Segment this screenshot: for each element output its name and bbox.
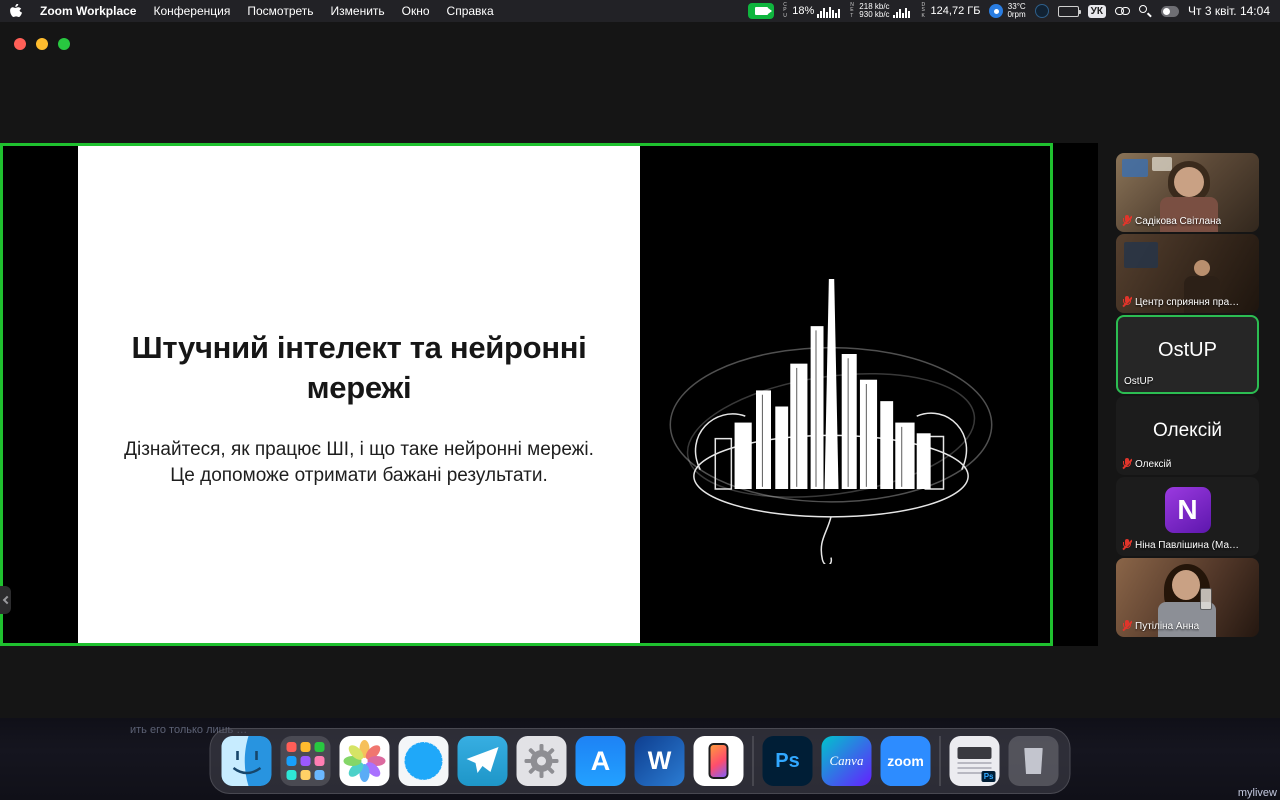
slide-subtitle: Дізнайтеся, як працює ШІ, і що таке нейр… xyxy=(122,437,596,490)
battery-icon[interactable] xyxy=(1058,6,1079,17)
link-icon[interactable] xyxy=(1115,6,1130,16)
ps-badge: Ps xyxy=(982,771,996,782)
participant-display-name: Олексій xyxy=(1116,420,1259,442)
background-poster xyxy=(1152,157,1172,171)
share-black-margin xyxy=(1053,143,1098,646)
zoom-wordmark: zoom xyxy=(887,753,924,769)
participant-tile-active[interactable]: OstUP OstUP xyxy=(1116,315,1259,394)
camera-active-button[interactable] xyxy=(748,3,774,19)
participant-video[interactable]: Центр сприяння пра… xyxy=(1116,234,1259,313)
menu-bar: Zoom Workplace Конференция Посмотреть Из… xyxy=(0,0,1280,22)
participant-name: Путіліна Анна xyxy=(1135,621,1199,632)
net-down: 930 kb/c xyxy=(859,11,889,19)
word-letter: W xyxy=(648,747,672,776)
screen-share-region: Штучний інтелект та нейронні мережі Дізн… xyxy=(0,143,1053,646)
close-button[interactable] xyxy=(14,38,26,50)
dock-launchpad-icon[interactable] xyxy=(281,736,331,786)
participant-video[interactable]: Садікова Світлана xyxy=(1116,153,1259,232)
dock-photoshop-icon[interactable]: Ps xyxy=(763,736,813,786)
participant-name: OstUP xyxy=(1124,376,1153,387)
dock-separator xyxy=(753,736,754,786)
apple-logo-icon[interactable] xyxy=(10,4,23,19)
dock-telegram-icon[interactable] xyxy=(458,736,508,786)
photoshop-letters: Ps xyxy=(775,750,799,773)
fan-value: 0rpm xyxy=(1007,11,1025,19)
cpu-value: 18% xyxy=(792,5,814,17)
app-title: Zoom Workplace xyxy=(40,4,136,18)
participants-panel: Садікова Світлана Центр сприяння пра… Os… xyxy=(1116,153,1259,637)
muted-mic-icon xyxy=(1122,539,1132,551)
fan-app-icon[interactable] xyxy=(1035,4,1049,18)
background-poster xyxy=(1122,159,1148,177)
temperature-status[interactable]: 33°C 0rpm xyxy=(989,3,1025,20)
participant-tile[interactable]: Олексій Олексій xyxy=(1116,396,1259,475)
dock-finder-icon[interactable] xyxy=(222,736,272,786)
wallpaper-watermark: mylivew xyxy=(1238,787,1277,799)
cpu-graph-icon xyxy=(817,5,841,18)
panel-collapse-handle[interactable] xyxy=(0,586,11,614)
dock-photoshop-window-icon[interactable]: Ps xyxy=(950,736,1000,786)
dock-canva-icon[interactable]: Canva xyxy=(822,736,872,786)
presentation-slide: Штучний інтелект та нейронні мережі Дізн… xyxy=(78,146,640,643)
muted-mic-icon xyxy=(1122,215,1132,227)
dock-word-icon[interactable]: W xyxy=(635,736,685,786)
participant-name: Олексій xyxy=(1135,459,1171,470)
sensor-icon xyxy=(989,4,1003,18)
muted-mic-icon xyxy=(1122,458,1132,470)
muted-mic-icon xyxy=(1122,620,1132,632)
network-status[interactable]: NET 218 kb/c 930 kb/c xyxy=(850,3,912,20)
minimize-button[interactable] xyxy=(36,38,48,50)
muted-mic-icon xyxy=(1122,296,1132,308)
participant-display-name: OstUP xyxy=(1118,339,1257,362)
menu-help[interactable]: Справка xyxy=(447,4,494,18)
menu-window[interactable]: Окно xyxy=(402,4,430,18)
disk-status[interactable]: DSK 124,72 ГБ xyxy=(922,3,981,19)
participant-name: Ніна Павлішина (Ма… xyxy=(1135,540,1239,551)
control-center-icon[interactable] xyxy=(1161,6,1179,17)
camera-icon xyxy=(755,7,768,15)
input-language-badge[interactable]: УК xyxy=(1088,5,1106,18)
menu-edit[interactable]: Изменить xyxy=(331,4,385,18)
dock-photos-icon[interactable] xyxy=(340,736,390,786)
dock-iphone-mirroring-icon[interactable] xyxy=(694,736,744,786)
dock-settings-icon[interactable] xyxy=(517,736,567,786)
disk-value: 124,72 ГБ xyxy=(931,5,981,17)
dock-separator xyxy=(940,736,941,786)
menu-view[interactable]: Посмотреть xyxy=(247,4,313,18)
slide-title: Штучний інтелект та нейронні мережі xyxy=(126,328,592,409)
canva-wordmark: Canva xyxy=(830,753,864,769)
avatar: N xyxy=(1165,487,1211,533)
window-controls xyxy=(14,38,70,50)
cpu-status[interactable]: CPU 18% xyxy=(783,3,841,19)
dock-safari-icon[interactable] xyxy=(399,736,449,786)
participant-name: Садікова Світлана xyxy=(1135,216,1221,227)
dock-appstore-icon[interactable]: A xyxy=(576,736,626,786)
participant-name: Центр сприяння пра… xyxy=(1135,297,1239,308)
participant-tile[interactable]: N Ніна Павлішина (Ма… xyxy=(1116,477,1259,556)
city-illustration xyxy=(651,264,1011,564)
menu-clock[interactable]: Чт 3 квіт. 14:04 xyxy=(1188,4,1270,18)
dock: A W Ps Canva zoom Ps xyxy=(210,728,1071,794)
menu-conference[interactable]: Конференция xyxy=(153,4,230,18)
search-icon[interactable] xyxy=(1139,5,1152,18)
appstore-letter: A xyxy=(591,746,611,777)
dock-trash-icon[interactable] xyxy=(1009,736,1059,786)
participant-video[interactable]: Путіліна Анна xyxy=(1116,558,1259,637)
fullscreen-button[interactable] xyxy=(58,38,70,50)
dock-zoom-icon[interactable]: zoom xyxy=(881,736,931,786)
net-graph-icon xyxy=(893,5,913,18)
